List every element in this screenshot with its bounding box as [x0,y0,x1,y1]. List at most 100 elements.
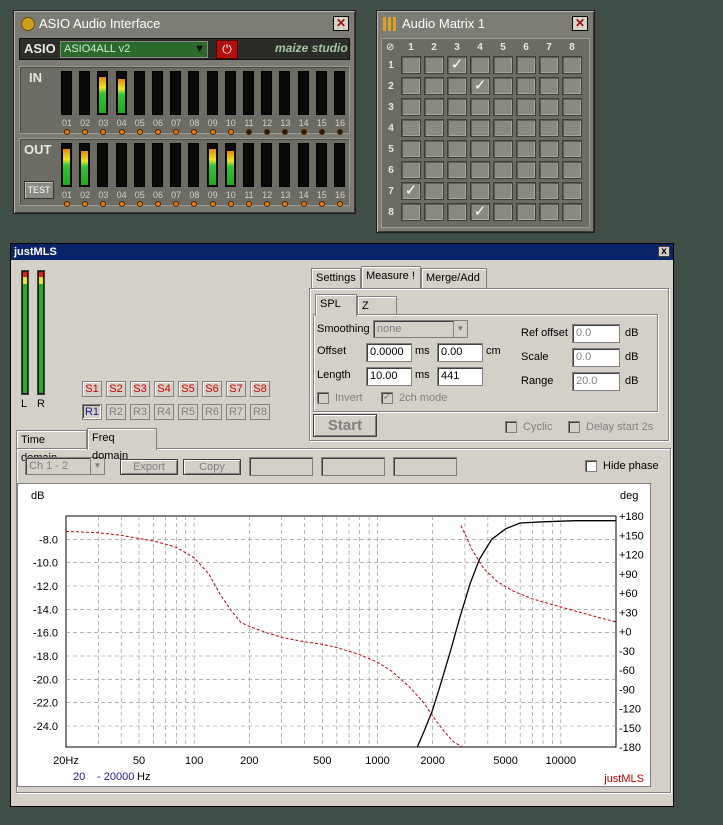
copy-button[interactable]: Copy [183,459,241,475]
in-channel-led[interactable] [82,129,89,135]
store-button-s2[interactable]: S2 [106,381,126,397]
matrix-cell[interactable] [562,98,582,116]
in-channel-led[interactable] [227,129,234,135]
close-icon[interactable]: x [658,246,670,257]
matrix-cell[interactable] [447,182,467,200]
offset-cm-input[interactable]: 0.00 [437,343,483,362]
recall-button-r4[interactable]: R4 [154,404,174,420]
tab-measure[interactable]: Measure ! [361,266,421,288]
matrix-cell[interactable] [516,161,536,179]
matrix-cell[interactable] [562,161,582,179]
matrix-cell[interactable] [424,56,444,74]
matrix-cell[interactable] [539,140,559,158]
out-channel-led[interactable] [82,201,89,207]
in-channel-led[interactable] [246,129,252,135]
power-button[interactable]: ⏻ [216,40,238,59]
matrix-cell[interactable] [401,98,421,116]
matrix-cell[interactable] [401,203,421,221]
store-button-s8[interactable]: S8 [250,381,270,397]
out-channel-led[interactable] [173,201,180,207]
matrix-cell[interactable] [562,77,582,95]
tab-freq-domain[interactable]: Freq domain [87,428,157,462]
range-input[interactable]: 20.0 [572,372,620,391]
store-button-s5[interactable]: S5 [178,381,198,397]
matrix-cell[interactable] [516,77,536,95]
matrix-cell[interactable]: ✓ [401,182,421,200]
matrix-cell[interactable] [447,98,467,116]
in-channel-led[interactable] [64,129,70,135]
recall-button-r6[interactable]: R6 [202,404,222,420]
matrix-cell[interactable] [493,56,513,74]
matrix-cell[interactable] [562,56,582,74]
matrix-cell[interactable] [539,98,559,116]
matrix-cell[interactable] [516,98,536,116]
matrix-cell[interactable] [539,182,559,200]
matrix-title-bar[interactable]: Audio Matrix 1 ✕ [380,14,591,34]
matrix-cell[interactable] [424,98,444,116]
matrix-cell[interactable] [516,56,536,74]
in-channel-led[interactable] [209,129,216,135]
matrix-cell[interactable] [470,182,490,200]
store-button-s6[interactable]: S6 [202,381,222,397]
matrix-cell[interactable] [493,98,513,116]
out-channel-led[interactable] [246,201,252,207]
out-channel-led[interactable] [191,201,198,207]
test-button[interactable]: TEST [24,181,54,199]
matrix-cell[interactable] [493,161,513,179]
justmls-title-bar[interactable]: justMLS x [11,244,673,260]
matrix-cell[interactable] [447,140,467,158]
in-channel-led[interactable] [136,129,143,135]
offset-ms-input[interactable]: 0.0000 [366,343,412,362]
length-ms-input[interactable]: 10.00 [366,367,412,386]
matrix-cell[interactable] [401,77,421,95]
matrix-cell[interactable] [401,161,421,179]
scale-input[interactable]: 0.0 [572,348,620,367]
asio-title-bar[interactable]: ASIO Audio Interface ✕ [17,14,352,34]
driver-select[interactable]: ASIO4ALL v2 ▼ [60,41,208,58]
smoothing-select[interactable]: none ▼ [373,320,468,338]
out-channel-led[interactable] [209,201,216,207]
matrix-cell[interactable] [493,203,513,221]
out-channel-led[interactable] [118,201,125,207]
in-channel-led[interactable] [318,129,325,135]
matrix-cell[interactable] [447,119,467,137]
store-button-s4[interactable]: S4 [154,381,174,397]
matrix-cell[interactable] [424,119,444,137]
matrix-cell[interactable] [539,56,559,74]
2ch-mode-checkbox[interactable]: ✓ [381,392,393,404]
close-icon[interactable]: ✕ [333,16,349,31]
matrix-cell[interactable] [562,182,582,200]
matrix-cell[interactable] [516,119,536,137]
in-channel-led[interactable] [337,129,343,135]
store-button-s7[interactable]: S7 [226,381,246,397]
matrix-cell[interactable] [447,161,467,179]
store-button-s1[interactable]: S1 [82,381,102,397]
matrix-cell[interactable] [424,140,444,158]
out-channel-led[interactable] [100,201,107,207]
matrix-cell[interactable] [562,119,582,137]
matrix-cell[interactable] [516,140,536,158]
in-channel-led[interactable] [173,129,180,135]
out-channel-led[interactable] [282,201,289,207]
recall-button-r3[interactable]: R3 [130,404,150,420]
in-channel-led[interactable] [100,129,107,135]
out-channel-led[interactable] [264,201,271,207]
matrix-cell[interactable] [516,203,536,221]
tab-time-domain[interactable]: Time domain [16,430,87,464]
recall-button-r7[interactable]: R7 [226,404,246,420]
matrix-cell[interactable] [493,140,513,158]
invert-checkbox[interactable] [317,392,329,404]
matrix-cell[interactable]: ✓ [470,77,490,95]
out-channel-led[interactable] [337,201,343,207]
matrix-cell[interactable] [424,161,444,179]
matrix-cell[interactable] [562,140,582,158]
out-channel-led[interactable] [318,201,325,207]
matrix-cell[interactable] [539,161,559,179]
out-channel-led[interactable] [136,201,143,207]
freq-response-chart[interactable]: 20Hz 50 100 200 500 1000 2000 5000 10000-8.0-10.… [17,483,651,787]
matrix-cell[interactable] [470,140,490,158]
matrix-cell[interactable] [539,203,559,221]
tab-spl[interactable]: SPL [315,294,357,316]
out-channel-led[interactable] [64,201,70,207]
matrix-cell[interactable] [493,77,513,95]
